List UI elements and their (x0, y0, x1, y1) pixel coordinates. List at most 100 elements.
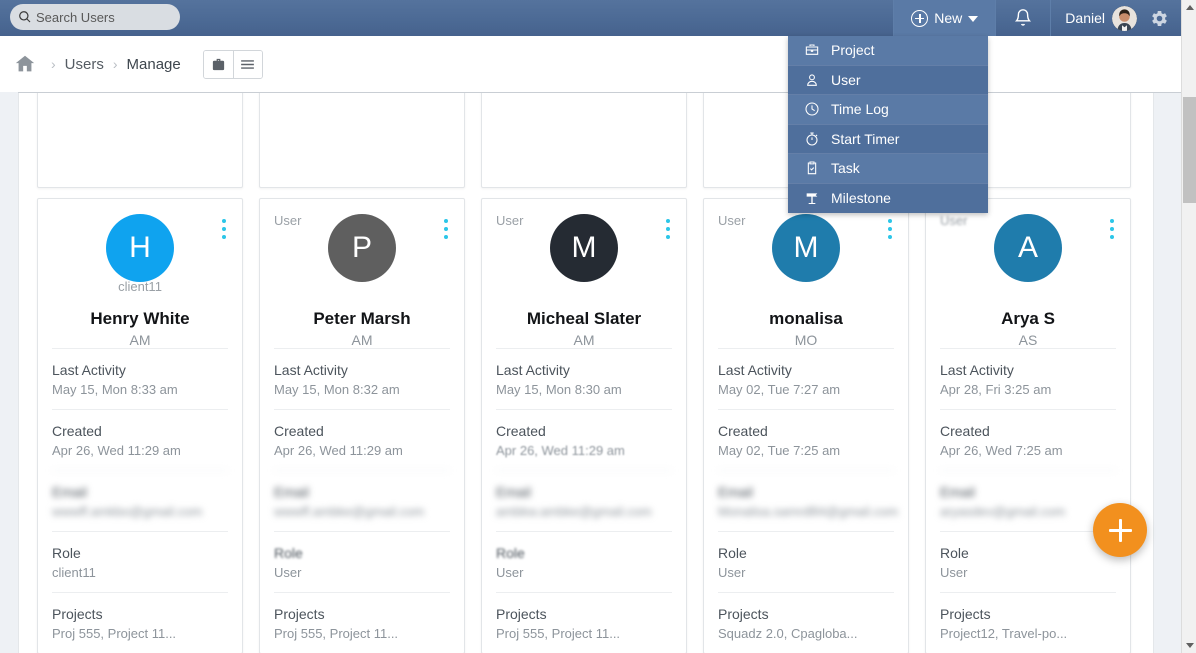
role-label: Role (718, 545, 747, 561)
last-activity-value: May 02, Tue 7:27 am (718, 382, 841, 397)
menu-item-task[interactable]: Task (788, 154, 988, 184)
menu-item-time-log[interactable]: Time Log (788, 95, 988, 125)
role-value: client11 (52, 565, 96, 580)
user-name: Daniel (1065, 10, 1105, 26)
menu-item-user[interactable]: User (788, 65, 988, 95)
breadcrumb-manage[interactable]: Manage (127, 56, 181, 73)
last-activity-section: Last Activity Apr 28, Fri 3:25 am (940, 348, 1116, 409)
card-row-users: H client11 Henry White AM Last Activity … (19, 198, 1149, 653)
role-value: User (940, 565, 968, 580)
role-label: Role (52, 545, 81, 561)
role-value: User (718, 565, 746, 580)
created-value: Apr 26, Wed 11:29 am (274, 443, 403, 458)
user-card[interactable]: User M monalisa MO Last Activity May 02,… (703, 198, 909, 653)
menu-item-label: Milestone (831, 190, 891, 207)
avatar-letter: P (351, 231, 372, 264)
user-full-name: Henry White (90, 309, 190, 328)
email-value: wwwff.amkbo@gmail.com (52, 504, 203, 519)
add-floating-action-button[interactable] (1093, 503, 1147, 557)
user-card[interactable]: User A Arya S AS Last Activity Apr 28, F… (925, 198, 1131, 653)
last-activity-value: May 15, Mon 8:30 am (496, 382, 622, 397)
email-value: Monalisa.samrdlll4@gmail.com (718, 504, 899, 519)
menu-item-project[interactable]: Project (788, 36, 988, 66)
projects-section: Projects Proj 555, Project 11... (52, 592, 228, 653)
scrollbar-thumb[interactable] (1183, 97, 1196, 203)
top-navigation-bar: New Daniel (0, 0, 1181, 36)
notifications-button[interactable] (996, 0, 1052, 36)
user-card[interactable]: H client11 Henry White AM Last Activity … (37, 198, 243, 653)
vertical-scrollbar[interactable] (1181, 0, 1196, 653)
card-type-label: User (940, 213, 968, 228)
search-input[interactable] (36, 9, 176, 25)
card-type-label: User (718, 213, 746, 228)
search-container[interactable] (10, 4, 180, 30)
menu-item-label: Project (831, 42, 875, 59)
last-activity-label: Last Activity (718, 362, 792, 378)
email-label: Email (52, 484, 88, 500)
clipboard-icon (804, 160, 820, 176)
role-section: Role User (274, 531, 450, 592)
more-options-icon[interactable] (444, 219, 448, 243)
projects-label: Projects (718, 606, 769, 622)
project-card[interactable]: Projects Sherrie Technologies... (37, 93, 243, 188)
settings-button[interactable] (1149, 0, 1181, 36)
card-header: H client11 (38, 199, 242, 307)
username: client11 (118, 279, 162, 294)
scroll-down-arrow[interactable] (1182, 638, 1196, 653)
last-activity-section: Last Activity May 15, Mon 8:32 am (274, 348, 450, 409)
user-icon (804, 72, 820, 88)
breadcrumb-users[interactable]: Users (65, 56, 104, 73)
more-options-icon[interactable] (888, 219, 892, 243)
stopwatch-icon (804, 131, 820, 147)
user-menu[interactable]: Daniel (1051, 0, 1149, 36)
project-card[interactable]: Projects College Management S... (259, 93, 465, 188)
user-card[interactable]: User P Peter Marsh AM Last Activity May … (259, 198, 465, 653)
role-value: User (274, 565, 302, 580)
created-section: Created Apr 26, Wed 11:29 am (496, 409, 672, 470)
projects-label: Projects (52, 606, 103, 622)
home-icon[interactable] (14, 53, 36, 75)
projects-label: Projects (496, 606, 547, 622)
projects-section: Projects Proj 555, Project 11... (274, 592, 450, 653)
created-section: Created Apr 26, Wed 7:25 am (940, 409, 1116, 470)
email-section: Email aryasdev@gmail.com (940, 470, 1116, 531)
created-value: Apr 26, Wed 11:29 am (496, 443, 625, 458)
email-value: ambkw.ambke@gmail.com (496, 504, 652, 519)
avatar: A (994, 214, 1062, 282)
user-full-name: Peter Marsh (313, 309, 411, 328)
email-section: Email ambkw.ambke@gmail.com (496, 470, 672, 531)
email-label: Email (718, 484, 754, 500)
created-label: Created (496, 423, 546, 439)
role-section: Role client11 (52, 531, 228, 592)
avatar: M (550, 214, 618, 282)
clock-icon (804, 101, 820, 117)
more-options-icon[interactable] (222, 219, 226, 243)
last-activity-label: Last Activity (940, 362, 1014, 378)
last-activity-label: Last Activity (496, 362, 570, 378)
gear-icon (1152, 10, 1167, 26)
created-label: Created (718, 423, 768, 439)
email-label: Email (496, 484, 532, 500)
menu-item-start-timer[interactable]: Start Timer (788, 124, 988, 154)
card-view-button[interactable] (203, 50, 233, 78)
card-body: Projects Jeff @fInch (482, 93, 686, 187)
avatar (1112, 5, 1137, 31)
user-card[interactable]: User M Micheal Slater AM Last Activity M… (481, 198, 687, 653)
last-activity-label: Last Activity (52, 362, 126, 378)
menu-item-milestone[interactable]: Milestone (788, 183, 988, 213)
more-options-icon[interactable] (1110, 219, 1114, 243)
project-card[interactable]: Projects Jeff @fInch (481, 93, 687, 188)
new-button[interactable]: New (893, 0, 997, 36)
projects-value: Project12, Travel-po... (940, 626, 1068, 641)
user-initials: AM (129, 332, 151, 348)
user-full-name: monalisa (769, 309, 843, 328)
search-icon (18, 10, 32, 24)
scroll-up-arrow[interactable] (1182, 0, 1196, 15)
more-options-icon[interactable] (666, 219, 670, 243)
menu-item-label: Task (831, 160, 860, 177)
avatar-letter: M (793, 231, 819, 264)
projects-value: Squadz 2.0, Cpagloba... (718, 626, 858, 641)
user-initials: AS (1018, 332, 1038, 348)
card-header: User M (704, 199, 908, 307)
list-view-button[interactable] (232, 50, 262, 78)
